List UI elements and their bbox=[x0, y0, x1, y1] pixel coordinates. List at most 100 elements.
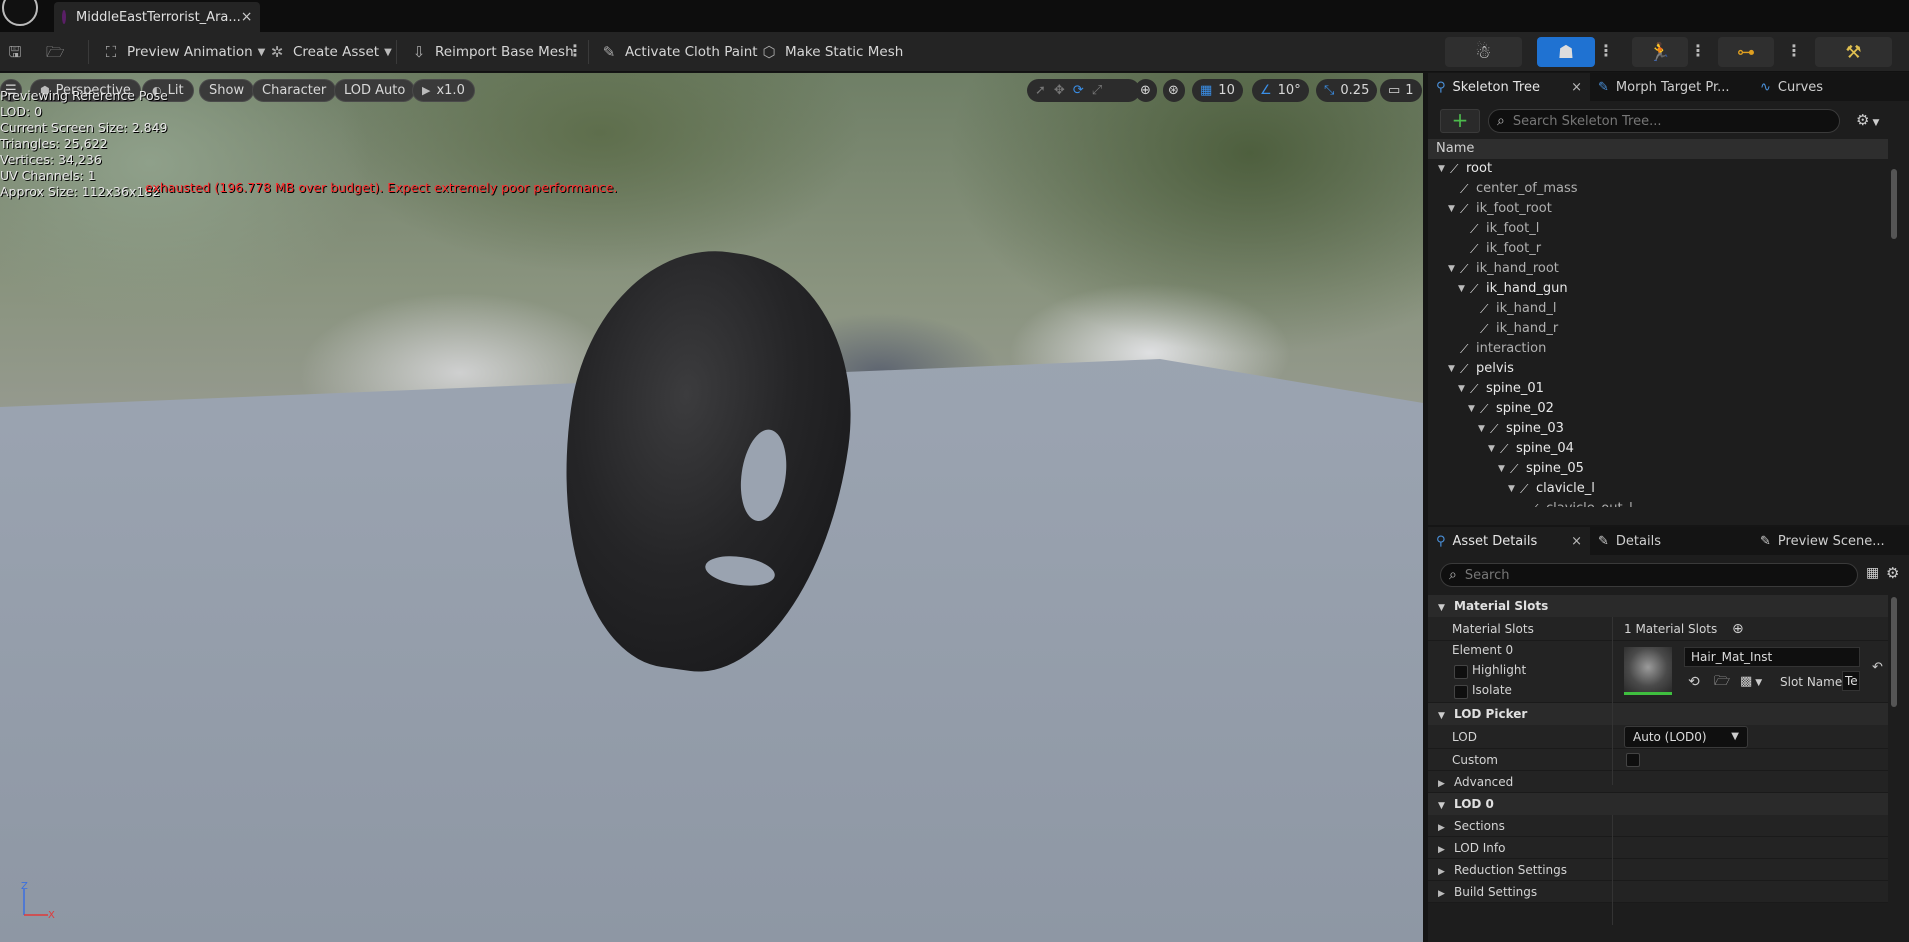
category-lod-picker[interactable]: ▼ LOD Picker bbox=[1428, 703, 1888, 725]
mesh-mode-options-kebab-icon[interactable]: ⋮ bbox=[1598, 42, 1614, 60]
local-world-toggle[interactable]: ⊕ bbox=[1135, 79, 1157, 102]
transform-tools-group[interactable]: ➚ ✥ ⟳ ⤢ bbox=[1027, 79, 1140, 102]
expand-arrow-icon[interactable]: ▼ bbox=[1458, 379, 1465, 399]
tab-preview-scene-settings[interactable]: ✎ Preview Scene... bbox=[1740, 527, 1909, 555]
material-options-icon[interactable]: ▩ ▼ bbox=[1740, 671, 1762, 694]
expand-arrow-icon[interactable]: ▼ bbox=[1448, 359, 1455, 379]
save-button[interactable]: 🖫 bbox=[6, 32, 31, 72]
bone-row-spine-02[interactable]: ▼ ⟋ spine_02 bbox=[1428, 399, 1888, 419]
slot-name-field[interactable]: Te bbox=[1842, 671, 1860, 691]
close-tab-icon[interactable]: × bbox=[1571, 534, 1582, 549]
tab-morph-target-preview[interactable]: ✎ Morph Target Pr... bbox=[1590, 73, 1740, 101]
isolate-checkbox[interactable] bbox=[1454, 685, 1468, 699]
bone-row-root[interactable]: ▼ ⟋ root bbox=[1428, 159, 1888, 179]
expand-arrow-icon[interactable]: ▼ bbox=[1478, 419, 1485, 439]
skeleton-search-box[interactable]: ⌕ bbox=[1488, 109, 1840, 133]
add-material-slot-icon[interactable]: ⊕ bbox=[1732, 617, 1744, 641]
preview-animation-button[interactable]: ⛶ Preview Animation ▼ bbox=[102, 32, 266, 72]
bone-row-spine-05[interactable]: ▼ ⟋ spine_05 bbox=[1428, 459, 1888, 479]
build-settings-row[interactable]: ▶ Build Settings bbox=[1428, 881, 1888, 903]
lod-info-row[interactable]: ▶ LOD Info bbox=[1428, 837, 1888, 859]
category-lod-0[interactable]: ▼ LOD 0 bbox=[1428, 793, 1888, 815]
bone-row-spine-01[interactable]: ▼ ⟋ spine_01 bbox=[1428, 379, 1888, 399]
scale-snap-button[interactable]: ⤡ 0.25 bbox=[1316, 79, 1378, 102]
tab-asset-details[interactable]: ⚲ Asset Details × bbox=[1428, 527, 1590, 555]
bone-row-ik-hand-l[interactable]: ⟋ ik_hand_l bbox=[1428, 299, 1888, 319]
expand-arrow-icon[interactable]: ▼ bbox=[1448, 199, 1455, 219]
grid-snap-button[interactable]: ▦ 10 bbox=[1192, 79, 1243, 102]
make-static-mesh-button[interactable]: ⬡ Make Static Mesh bbox=[760, 32, 903, 72]
select-icon[interactable]: ➚ bbox=[1035, 83, 1046, 98]
character-button[interactable]: Character bbox=[252, 79, 337, 102]
material-thumbnail[interactable] bbox=[1624, 647, 1672, 695]
category-material-slots[interactable]: ▼ Material Slots bbox=[1428, 595, 1888, 617]
close-tab-icon[interactable]: × bbox=[1571, 80, 1582, 95]
highlight-checkbox[interactable] bbox=[1454, 665, 1468, 679]
bone-row-ik-foot-root[interactable]: ▼ ⟋ ik_foot_root bbox=[1428, 199, 1888, 219]
details-settings-gear-icon[interactable]: ⚙ bbox=[1886, 564, 1899, 582]
expand-arrow-icon[interactable]: ▼ bbox=[1448, 259, 1455, 279]
mesh-editor-mode-button[interactable]: ☗ bbox=[1537, 37, 1595, 67]
tree-column-header[interactable]: Name bbox=[1428, 139, 1888, 159]
add-bone-button[interactable]: + bbox=[1440, 109, 1480, 133]
bone-row-interaction[interactable]: ⟋ interaction bbox=[1428, 339, 1888, 359]
use-selected-asset-icon[interactable]: ⟲ bbox=[1688, 671, 1700, 693]
reimport-options-kebab-icon[interactable]: ⋮ bbox=[567, 42, 583, 60]
reduction-settings-row[interactable]: ▶ Reduction Settings bbox=[1428, 859, 1888, 881]
camera-speed-button[interactable]: ▭ 1 bbox=[1380, 79, 1422, 102]
expand-arrow-icon[interactable]: ▼ bbox=[1468, 399, 1475, 419]
skeleton-settings-gear-icon[interactable]: ⚙ ▼ bbox=[1856, 111, 1879, 129]
bone-row-clavicle-out-l[interactable]: ⟋ clavicle_out_l bbox=[1428, 499, 1888, 507]
advanced-row[interactable]: ▶ Advanced bbox=[1428, 771, 1888, 793]
animation-editor-mode-button[interactable]: 🏃 bbox=[1632, 37, 1688, 67]
expand-arrow-icon[interactable]: ▼ bbox=[1438, 159, 1445, 179]
blueprint-editor-mode-button[interactable]: ⊶ bbox=[1718, 37, 1774, 67]
unreal-logo-icon[interactable] bbox=[2, 0, 38, 26]
preview-viewport[interactable]: ☰ ⬢ Perspective ◐ Lit Show Character LOD A… bbox=[0, 73, 1423, 942]
rotation-snap-button[interactable]: ∠ 10° bbox=[1252, 79, 1309, 102]
play-rate-button[interactable]: ▶ x1.0 bbox=[412, 79, 475, 102]
browse-asset-button[interactable]: 🗁 bbox=[46, 32, 71, 72]
sections-row[interactable]: ▶ Sections bbox=[1428, 815, 1888, 837]
bone-row-pelvis[interactable]: ▼ ⟋ pelvis bbox=[1428, 359, 1888, 379]
close-tab-icon[interactable]: × bbox=[241, 9, 253, 25]
tab-skeleton-tree[interactable]: ⚲ Skeleton Tree × bbox=[1428, 73, 1590, 101]
custom-checkbox[interactable] bbox=[1626, 753, 1640, 767]
show-button[interactable]: Show bbox=[199, 79, 255, 102]
bone-row-ik-hand-gun[interactable]: ▼ ⟋ ik_hand_gun bbox=[1428, 279, 1888, 299]
surface-snap-toggle[interactable]: ⊛ bbox=[1163, 79, 1185, 102]
reset-to-default-icon[interactable]: ↶ bbox=[1872, 657, 1883, 679]
animation-mode-options-kebab-icon[interactable]: ⋮ bbox=[1690, 42, 1706, 60]
bone-row-ik-hand-r[interactable]: ⟋ ik_hand_r bbox=[1428, 319, 1888, 339]
tab-details[interactable]: ✎ Details bbox=[1590, 527, 1730, 555]
lod-auto-button[interactable]: LOD Auto bbox=[334, 79, 416, 102]
physics-editor-mode-button[interactable]: ⚒ bbox=[1815, 37, 1892, 67]
browse-to-asset-icon[interactable]: 🗁 bbox=[1714, 671, 1730, 693]
details-search-box[interactable]: ⌕ bbox=[1440, 563, 1858, 587]
skeleton-search-input[interactable] bbox=[1512, 113, 1839, 129]
details-scrollbar[interactable] bbox=[1891, 597, 1897, 707]
rotate-icon[interactable]: ⟳ bbox=[1073, 83, 1084, 98]
bone-row-spine-04[interactable]: ▼ ⟋ spine_04 bbox=[1428, 439, 1888, 459]
expand-arrow-icon[interactable]: ▼ bbox=[1458, 279, 1465, 299]
bone-row-clavicle-l[interactable]: ▼ ⟋ clavicle_l bbox=[1428, 479, 1888, 499]
create-asset-button[interactable]: ✲ Create Asset ▼ bbox=[268, 32, 392, 72]
document-tab[interactable]: MiddleEastTerrorist_Ara... × bbox=[54, 2, 260, 32]
bone-row-ik-foot-r[interactable]: ⟋ ik_foot_r bbox=[1428, 239, 1888, 259]
scale-icon[interactable]: ⤢ bbox=[1092, 83, 1102, 98]
tab-curves[interactable]: ∿ Curves bbox=[1740, 73, 1909, 101]
expand-arrow-icon[interactable]: ▼ bbox=[1488, 439, 1495, 459]
skeleton-editor-mode-button[interactable]: ☃ bbox=[1445, 37, 1522, 67]
table-view-icon[interactable]: ▦ bbox=[1866, 565, 1879, 581]
translate-icon[interactable]: ✥ bbox=[1054, 83, 1065, 98]
lod-dropdown[interactable]: Auto (LOD0) ▼ bbox=[1624, 726, 1748, 748]
reimport-base-mesh-button[interactable]: ⇩ Reimport Base Mesh bbox=[410, 32, 574, 72]
bone-row-ik-foot-l[interactable]: ⟋ ik_foot_l bbox=[1428, 219, 1888, 239]
bone-row-center-of-mass[interactable]: ⟋ center_of_mass bbox=[1428, 179, 1888, 199]
blueprint-mode-options-kebab-icon[interactable]: ⋮ bbox=[1786, 42, 1802, 60]
details-search-input[interactable] bbox=[1464, 567, 1857, 583]
material-name-field[interactable]: Hair_Mat_Inst bbox=[1684, 647, 1860, 667]
activate-cloth-paint-button[interactable]: ✎ Activate Cloth Paint bbox=[600, 32, 758, 72]
expand-arrow-icon[interactable]: ▼ bbox=[1498, 459, 1505, 479]
bone-row-spine-03[interactable]: ▼ ⟋ spine_03 bbox=[1428, 419, 1888, 439]
